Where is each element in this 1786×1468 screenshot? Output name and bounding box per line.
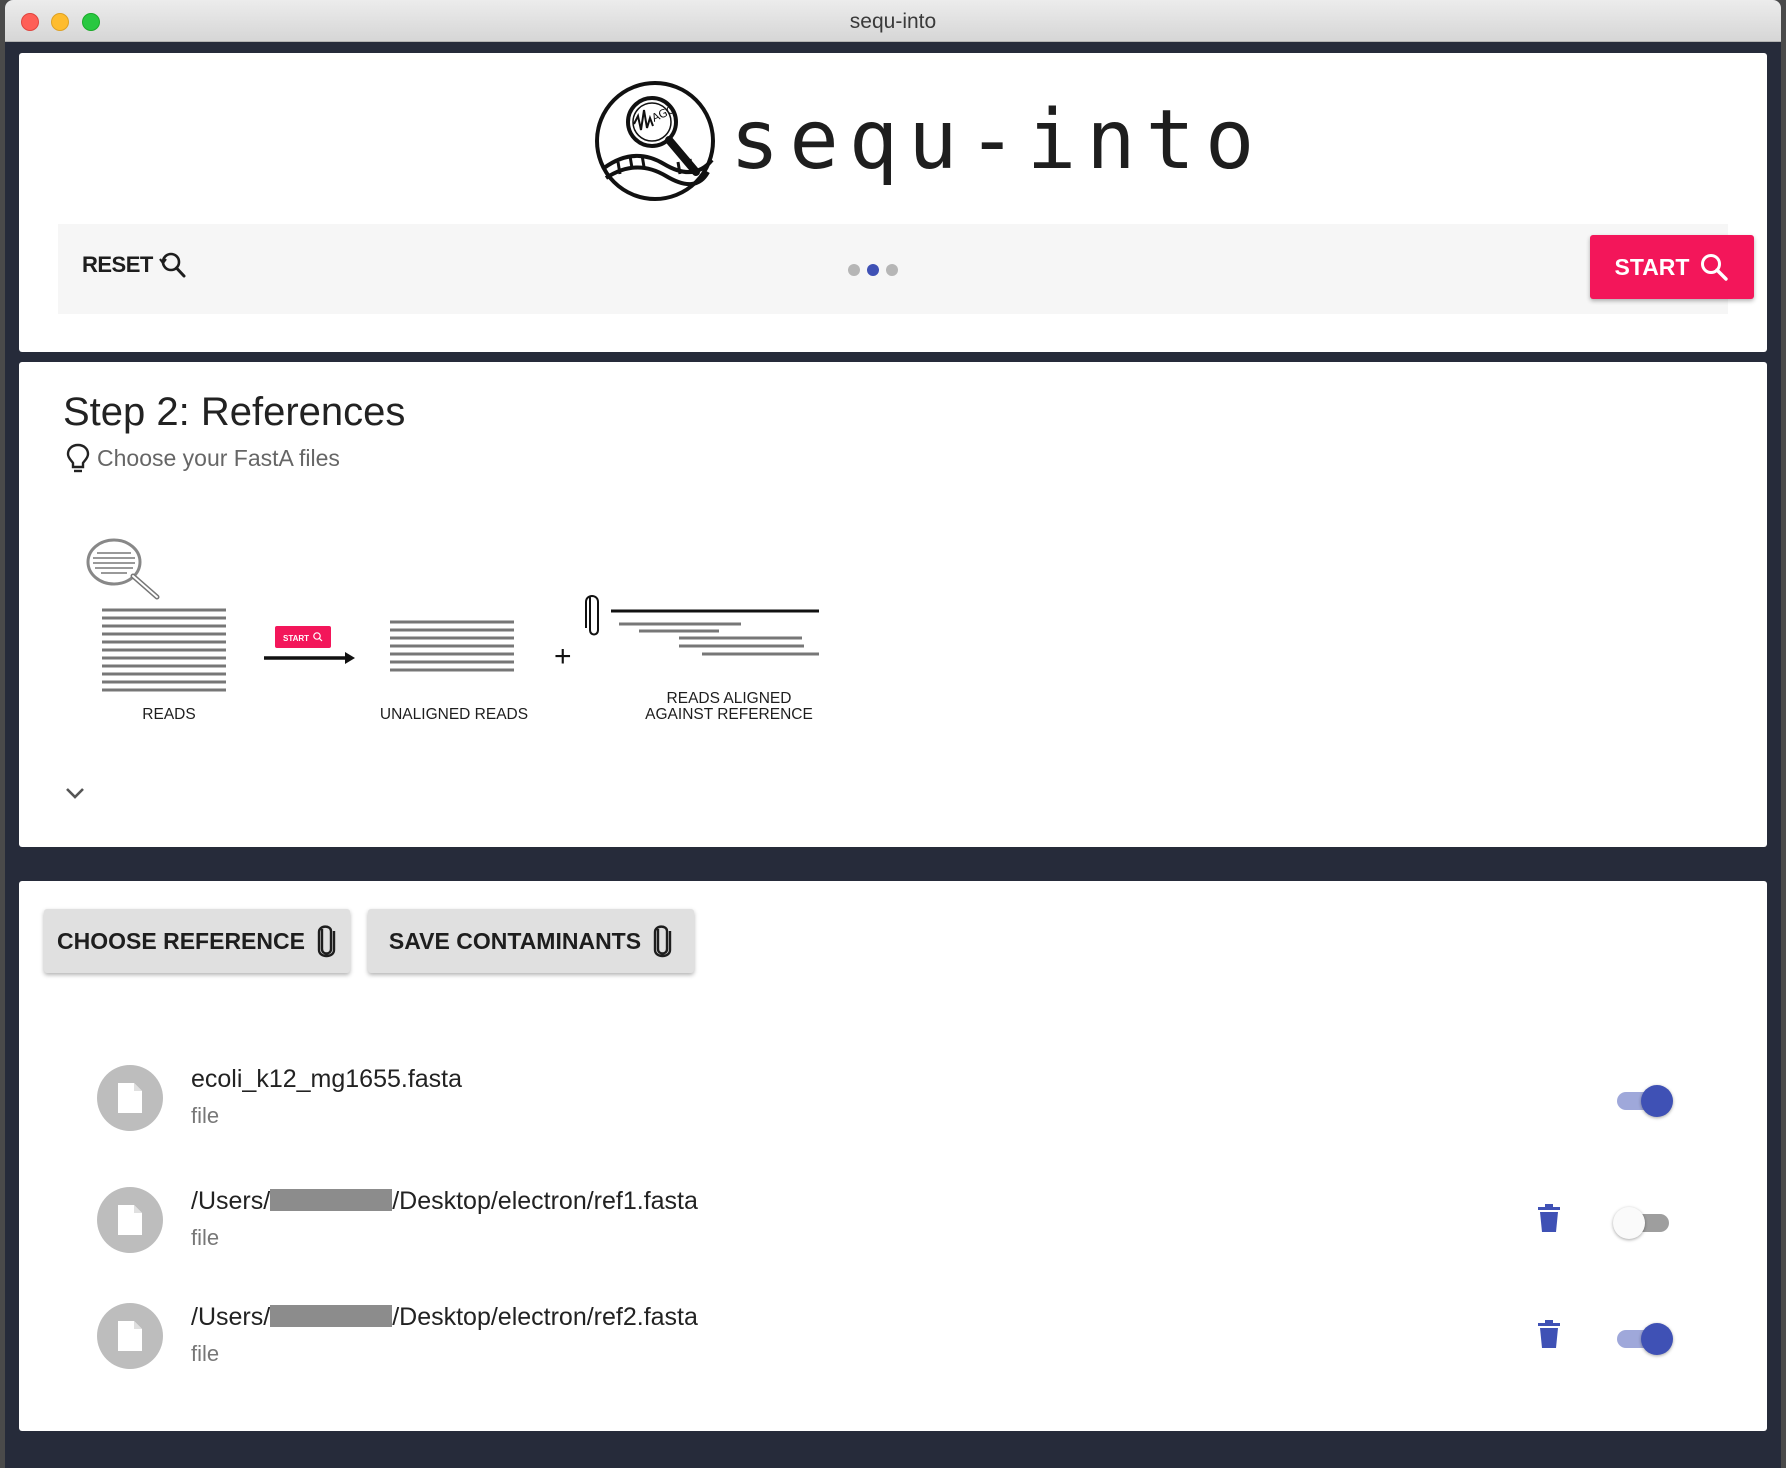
file-enabled-toggle[interactable] <box>1613 1205 1673 1239</box>
step-indicator <box>848 264 898 276</box>
arrow-icon <box>264 652 355 664</box>
logo-magnifier-dna-icon: AGC <box>595 81 715 201</box>
file-list-item: ecoli_k12_mg1655.fasta file <box>19 1049 1767 1149</box>
reset-button[interactable]: RESET <box>82 250 187 280</box>
reads-label: READS <box>142 706 196 723</box>
logo-text: sequ-into <box>730 93 1265 188</box>
file-avatar <box>97 1065 163 1131</box>
start-label: START <box>1614 253 1690 280</box>
file-name: /Users//Desktop/electron/ref1.fasta <box>191 1187 698 1215</box>
file-icon <box>118 1083 142 1113</box>
files-card: CHOOSE REFERENCE SAVE CONTAMINANTS ecoli… <box>19 881 1767 1431</box>
file-list-item: /Users//Desktop/electron/ref1.fasta file <box>19 1171 1767 1271</box>
file-enabled-toggle[interactable] <box>1613 1321 1673 1355</box>
save-contaminants-button[interactable]: SAVE CONTAMINANTS <box>368 909 694 973</box>
choose-reference-button[interactable]: CHOOSE REFERENCE <box>44 909 350 973</box>
step-card: Step 2: References Choose your FastA fil… <box>19 362 1767 847</box>
svg-text:START: START <box>283 634 309 643</box>
app-window: sequ-into AGC sequ-into RESET START Step… <box>5 0 1781 1468</box>
step-dot-1[interactable] <box>848 264 860 276</box>
window-title: sequ-into <box>849 10 937 33</box>
toolbar: RESET START <box>58 224 1754 314</box>
file-type: file <box>191 1103 220 1128</box>
reads-magnifier-icon <box>86 538 160 600</box>
paperclip-icon <box>585 595 599 636</box>
file-icon <box>118 1321 142 1351</box>
title-bar: sequ-into <box>5 0 1781 42</box>
reads-stack <box>102 608 226 692</box>
unaligned-reads-label: UNALIGNED READS <box>379 706 529 723</box>
reset-search-icon <box>158 252 186 278</box>
choose-reference-label: CHOOSE REFERENCE <box>57 927 305 954</box>
start-button[interactable]: START <box>1590 235 1754 299</box>
paperclip-icon <box>653 925 672 958</box>
header-card: AGC sequ-into RESET START <box>19 53 1767 352</box>
plus-sign: + <box>554 640 572 673</box>
aligned-reads <box>611 609 819 656</box>
file-name: /Users//Desktop/electron/ref2.fasta <box>191 1303 698 1331</box>
file-enabled-toggle[interactable] <box>1613 1083 1673 1117</box>
search-icon <box>1701 254 1729 281</box>
reset-label: RESET <box>82 252 153 277</box>
trash-icon[interactable] <box>1537 1319 1561 1349</box>
file-name: ecoli_k12_mg1655.fasta <box>191 1065 463 1093</box>
trash-icon[interactable] <box>1537 1203 1561 1233</box>
save-contaminants-label: SAVE CONTAMINANTS <box>388 927 642 954</box>
step-dot-3[interactable] <box>886 264 898 276</box>
file-avatar <box>97 1303 163 1369</box>
redacted-username <box>270 1189 393 1211</box>
file-list-item: /Users//Desktop/electron/ref2.fasta file <box>19 1287 1767 1387</box>
aligned-reads-label: READS ALIGNED AGAINST REFERENCE <box>645 690 813 723</box>
chevron-down-icon[interactable] <box>63 782 87 802</box>
paperclip-icon <box>317 925 336 958</box>
file-type: file <box>191 1225 220 1250</box>
file-avatar <box>97 1187 163 1253</box>
app-logo: AGC sequ-into <box>594 77 1264 205</box>
step-dot-2[interactable] <box>867 264 879 276</box>
redacted-username <box>270 1305 393 1327</box>
mini-start-button: START <box>275 626 331 648</box>
file-type: file <box>191 1341 220 1366</box>
file-icon <box>118 1205 142 1235</box>
unaligned-reads-stack <box>390 620 514 672</box>
